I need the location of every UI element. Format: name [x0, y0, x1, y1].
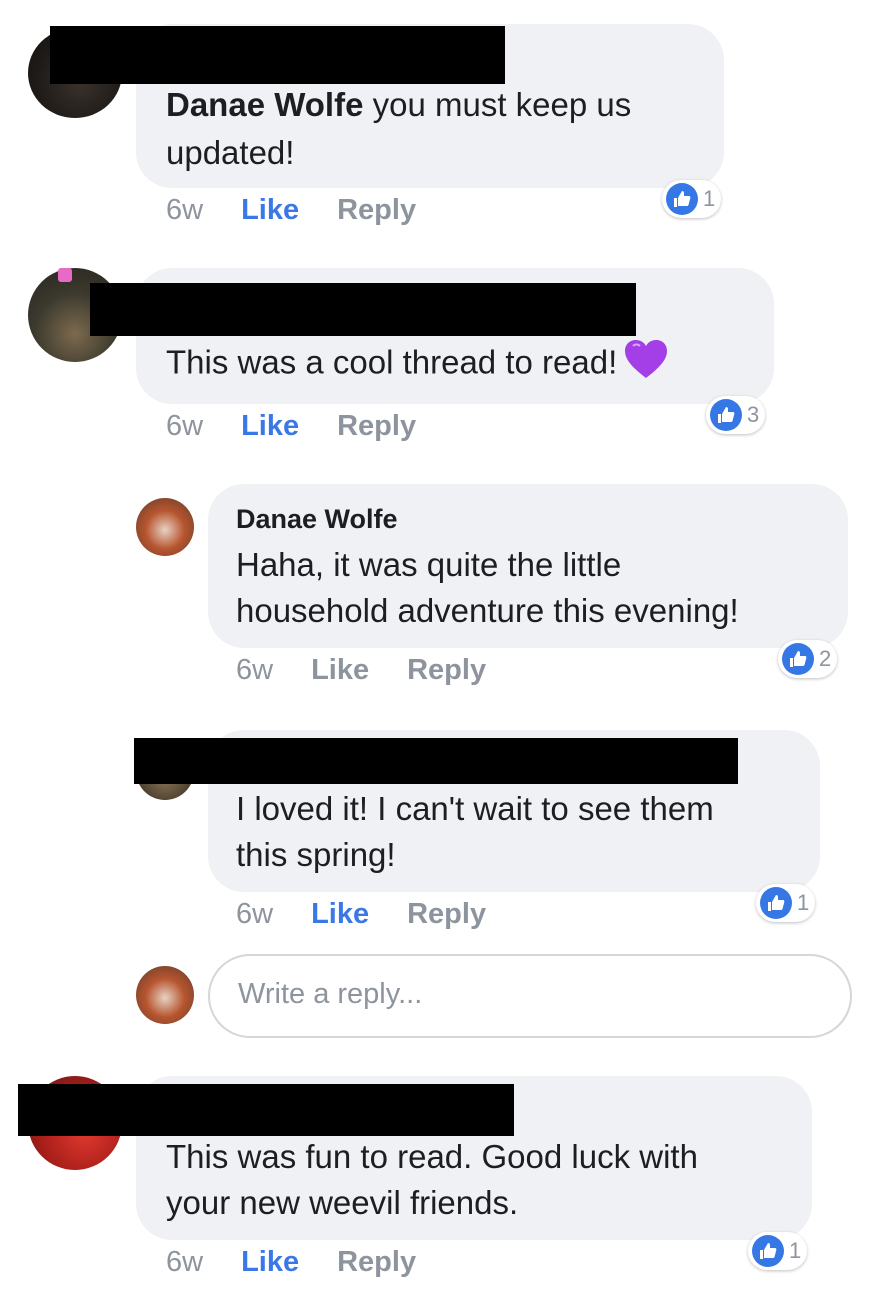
- reply-button[interactable]: Reply: [337, 410, 416, 442]
- reaction-number: 2: [819, 646, 832, 671]
- avatar-badge-icon: [58, 268, 72, 282]
- reply-actions: 6w Like Reply: [236, 654, 524, 687]
- reaction-count[interactable]: 1: [662, 180, 722, 218]
- reply-author[interactable]: Danae Wolfe: [236, 504, 398, 535]
- reply-button[interactable]: Reply: [407, 898, 486, 930]
- like-button[interactable]: Like: [241, 1246, 299, 1278]
- reply-text-line2: this spring!: [236, 836, 396, 873]
- thumbs-up-icon: [710, 399, 742, 431]
- comment-time[interactable]: 6w: [166, 194, 203, 226]
- redacted-name: [134, 738, 738, 784]
- comment-text: This was fun to read. Good luck with: [166, 1138, 698, 1175]
- redacted-name: [50, 26, 505, 84]
- reaction-count[interactable]: 2: [778, 640, 838, 678]
- reaction-number: 1: [789, 1238, 802, 1263]
- comment-text-line2: updated!: [166, 134, 295, 171]
- reaction-count[interactable]: 3: [706, 396, 766, 434]
- reaction-count[interactable]: 1: [756, 884, 816, 922]
- reaction-number: 3: [747, 402, 760, 427]
- reaction-count[interactable]: 1: [748, 1232, 808, 1270]
- redacted-name: [18, 1084, 514, 1136]
- reply-input-placeholder: Write a reply...: [238, 978, 423, 1010]
- reply-button[interactable]: Reply: [337, 194, 416, 226]
- comment-time[interactable]: 6w: [236, 654, 273, 686]
- reply-actions: 6w Like Reply: [236, 898, 524, 931]
- like-button[interactable]: Like: [311, 654, 369, 686]
- thumbs-up-icon: [752, 1235, 784, 1267]
- purple-heart-icon: [623, 338, 669, 392]
- comment-text-line2: your new weevil friends.: [166, 1184, 519, 1221]
- comment-text: Danae Wolfe you must keep us: [166, 86, 632, 123]
- thumbs-up-icon: [782, 643, 814, 675]
- comment-actions: 6w Like Reply: [166, 1246, 454, 1279]
- like-button[interactable]: Like: [311, 898, 369, 930]
- thumbs-up-icon: [666, 183, 698, 215]
- reply-button[interactable]: Reply: [407, 654, 486, 686]
- thumbs-up-icon: [760, 887, 792, 919]
- like-button[interactable]: Like: [241, 410, 299, 442]
- comment-time[interactable]: 6w: [166, 410, 203, 442]
- avatar: [136, 966, 194, 1024]
- comment-actions: 6w Like Reply: [166, 410, 454, 443]
- comment-actions: 6w Like Reply: [166, 194, 454, 227]
- comment-time[interactable]: 6w: [166, 1246, 203, 1278]
- reply-text: I loved it! I can't wait to see them: [236, 790, 714, 827]
- redacted-name: [90, 283, 636, 336]
- avatar[interactable]: [136, 498, 194, 556]
- comment-time[interactable]: 6w: [236, 898, 273, 930]
- like-button[interactable]: Like: [241, 194, 299, 226]
- comment-author[interactable]: Danae Wolfe: [166, 86, 363, 123]
- reaction-number: 1: [797, 890, 810, 915]
- reply-text-line2: household adventure this evening!: [236, 592, 739, 629]
- reaction-number: 1: [703, 186, 716, 211]
- reply-input[interactable]: Write a reply...: [208, 954, 852, 1038]
- reply-button[interactable]: Reply: [337, 1246, 416, 1278]
- comment-text: This was a cool thread to read!: [166, 338, 669, 392]
- reply-text: Haha, it was quite the little: [236, 546, 622, 583]
